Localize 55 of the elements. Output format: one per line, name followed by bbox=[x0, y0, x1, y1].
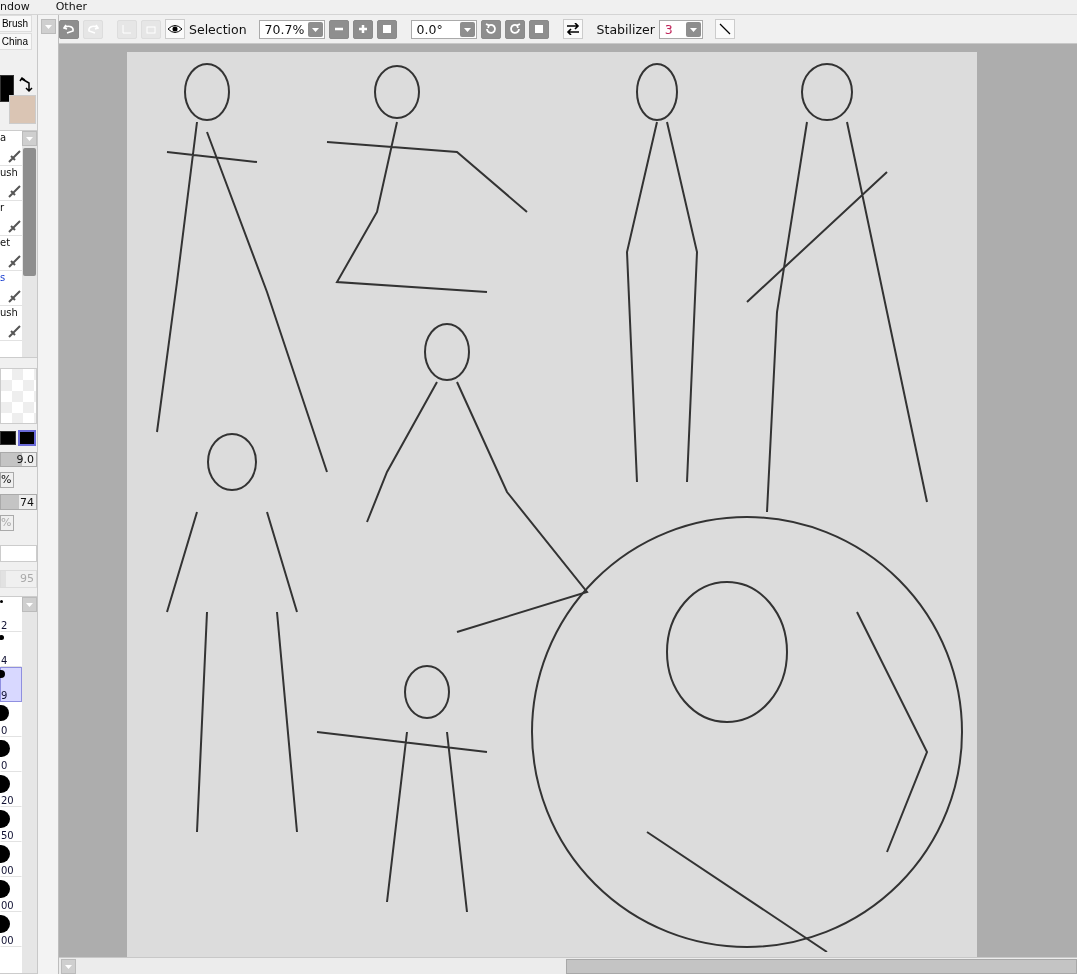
zoom-in-button[interactable] bbox=[352, 19, 373, 39]
size-slider[interactable]: 9.0 bbox=[0, 451, 37, 468]
scroll-left-button[interactable] bbox=[61, 958, 76, 974]
density-slider[interactable]: 74 bbox=[0, 494, 37, 511]
horizontal-scrollbar-thumb[interactable] bbox=[566, 958, 1077, 974]
rotation-dropdown[interactable]: 0.0° bbox=[410, 19, 477, 39]
background-color-swatch[interactable] bbox=[9, 94, 36, 124]
eye-icon[interactable] bbox=[165, 19, 185, 39]
rotate-right-icon bbox=[508, 23, 521, 35]
scrollbar[interactable] bbox=[22, 596, 37, 973]
scroll-up-button[interactable] bbox=[40, 19, 56, 34]
scrollbar[interactable] bbox=[22, 131, 37, 357]
brush-tool-icon bbox=[8, 324, 22, 339]
foreground-color-swatch[interactable] bbox=[0, 74, 14, 102]
color-swatch[interactable] bbox=[18, 429, 36, 446]
swap-colors-icon[interactable] bbox=[19, 76, 33, 93]
input-field[interactable] bbox=[0, 544, 37, 562]
brush-tool-icon bbox=[8, 184, 22, 199]
stabilizer-dropdown[interactable]: 3 bbox=[658, 19, 703, 39]
rotate-left-button[interactable] bbox=[480, 19, 501, 39]
rotate-left-icon bbox=[484, 23, 497, 35]
zoom-out-button[interactable] bbox=[328, 19, 349, 39]
rotate-right-button[interactable] bbox=[504, 19, 525, 39]
dropdown-arrow-icon bbox=[25, 134, 34, 144]
dropdown-arrow-icon bbox=[43, 22, 53, 31]
menu-item[interactable]: Other bbox=[55, 0, 87, 13]
brush-dot-icon bbox=[0, 634, 4, 640]
brush-tool-icon bbox=[8, 219, 22, 234]
line-tool-icon[interactable] bbox=[714, 19, 735, 39]
brush-tool-icon bbox=[8, 149, 22, 164]
brush-tool-icon bbox=[8, 254, 22, 269]
flip-icon[interactable] bbox=[562, 19, 583, 39]
brush-dot-icon bbox=[0, 599, 3, 603]
brush-tab[interactable]: Brush bbox=[0, 15, 32, 32]
percent-field[interactable]: % bbox=[0, 472, 14, 489]
plus-icon bbox=[357, 24, 368, 34]
square-icon bbox=[534, 25, 543, 33]
reset-rotation-button[interactable] bbox=[528, 19, 549, 39]
undo-button[interactable] bbox=[59, 19, 79, 39]
brush-tab[interactable]: China bbox=[0, 32, 32, 50]
redo-icon bbox=[87, 23, 99, 35]
stabilizer-label: Stabilizer bbox=[596, 21, 655, 37]
undo-icon bbox=[63, 23, 75, 35]
density-reading: 74 bbox=[20, 495, 34, 509]
reset-zoom-button[interactable] bbox=[376, 19, 397, 39]
menu-item[interactable]: ndow bbox=[0, 0, 30, 13]
zoom-dropdown[interactable]: 70.7% bbox=[258, 19, 325, 39]
brush-tool-icon bbox=[8, 289, 22, 304]
brush-size-item[interactable]: 9 bbox=[0, 666, 22, 702]
slider-reading: 95 bbox=[20, 572, 34, 586]
selection-label: Selection bbox=[189, 21, 247, 37]
square-icon bbox=[382, 25, 391, 33]
size-reading: 9.0 bbox=[16, 452, 34, 466]
color-swatch[interactable] bbox=[0, 430, 16, 445]
brush-dot-icon bbox=[0, 669, 5, 678]
